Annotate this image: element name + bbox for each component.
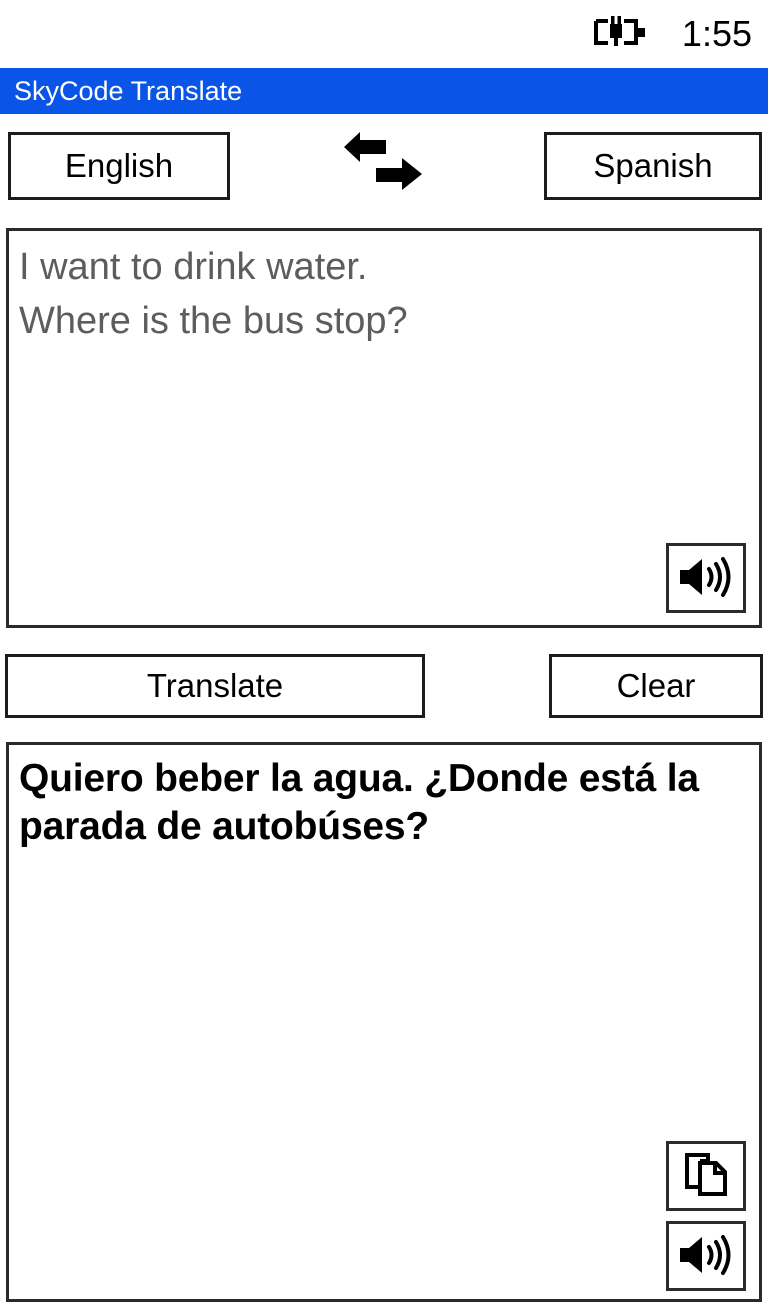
battery-charging-icon [594,15,648,54]
speaker-icon [678,1232,734,1281]
source-language-button[interactable]: English [8,132,230,200]
action-button-row: Translate Clear [0,654,768,730]
source-language-label: English [65,147,173,185]
translate-button-label: Translate [147,667,283,705]
language-selector-row: English Spanish [0,132,768,214]
translate-button[interactable]: Translate [5,654,425,718]
swap-languages-button[interactable] [338,128,442,204]
target-language-button[interactable]: Spanish [544,132,762,200]
source-text-area[interactable]: I want to drink water. Where is the bus … [9,231,759,349]
clear-button-label: Clear [617,667,696,705]
status-bar-right-cluster: 1:55 [594,15,752,54]
status-bar: 1:55 [0,0,768,68]
clear-button[interactable]: Clear [549,654,763,718]
speak-translation-button[interactable] [666,1221,746,1291]
speak-source-button[interactable] [666,543,746,613]
copy-translation-button[interactable] [666,1141,746,1211]
status-bar-clock: 1:55 [682,16,752,52]
copy-icon [682,1151,730,1202]
source-text-panel[interactable]: I want to drink water. Where is the bus … [6,228,762,628]
translated-text-panel[interactable]: Quiero beber la agua. ¿Donde está la par… [6,742,762,1302]
speaker-icon [678,554,734,603]
swap-arrows-icon [342,130,438,203]
app-title-bar: SkyCode Translate [0,68,768,114]
app-title: SkyCode Translate [14,78,242,105]
target-language-label: Spanish [593,147,712,185]
translated-text-area: Quiero beber la agua. ¿Donde está la par… [9,745,759,850]
